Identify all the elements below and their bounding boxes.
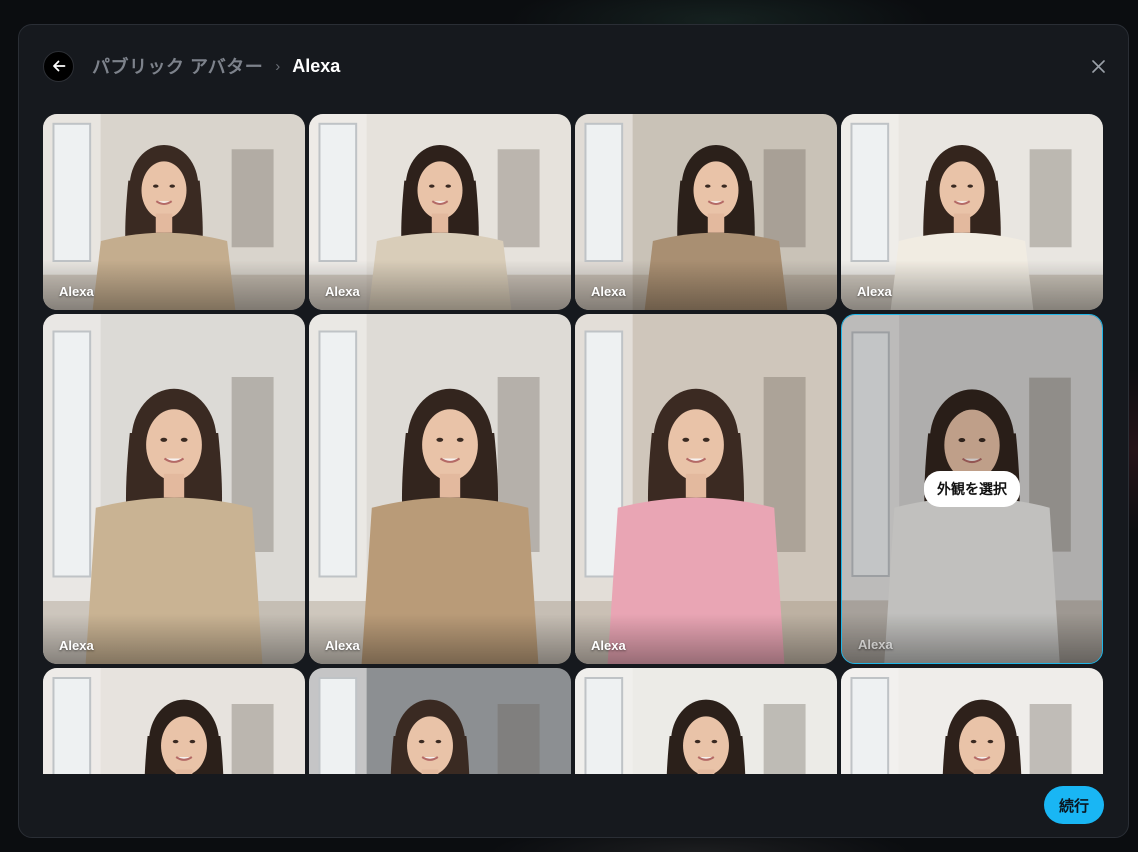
continue-button[interactable]: 続行 xyxy=(1044,786,1104,824)
avatar-tile[interactable]: Alexa xyxy=(841,668,1103,774)
avatar-name: Alexa xyxy=(591,284,626,299)
avatar-photo xyxy=(575,668,837,774)
modal-header: パブリック アバター › Alexa xyxy=(43,50,1108,82)
avatar-tile[interactable]: Alexa xyxy=(309,668,571,774)
avatar-name: Alexa xyxy=(59,638,94,653)
avatar-name: Alexa xyxy=(858,637,893,652)
avatar-picker-modal: パブリック アバター › Alexa Alexa Alexa Alexa Ale… xyxy=(18,24,1129,838)
avatar-name: Alexa xyxy=(325,284,360,299)
breadcrumb-parent[interactable]: パブリック アバター xyxy=(92,53,263,79)
avatar-name: Alexa xyxy=(325,638,360,653)
close-button[interactable] xyxy=(1088,56,1108,76)
avatar-photo xyxy=(43,668,305,774)
avatar-tile[interactable]: Alexa xyxy=(575,114,837,310)
close-icon xyxy=(1091,59,1105,73)
avatar-tile[interactable]: Alexa xyxy=(309,114,571,310)
avatar-tile[interactable]: Alexa xyxy=(43,114,305,310)
select-appearance-button[interactable]: 外観を選択 xyxy=(924,471,1020,507)
avatar-name: Alexa xyxy=(857,284,892,299)
arrow-left-icon xyxy=(52,60,65,72)
avatar-photo xyxy=(841,668,1103,774)
avatar-grid: Alexa Alexa Alexa Alexa Alexa Alexa Alex… xyxy=(43,114,1105,774)
avatar-name: Alexa xyxy=(59,284,94,299)
avatar-tile[interactable]: Alexa xyxy=(841,114,1103,310)
avatar-photo xyxy=(575,314,837,664)
back-button[interactable] xyxy=(43,50,74,82)
avatar-tile[interactable]: 外観を選択 Alexa xyxy=(841,314,1103,664)
avatar-tile[interactable]: Alexa xyxy=(43,668,305,774)
breadcrumb-separator: › xyxy=(275,57,281,75)
avatar-tile[interactable]: Alexa xyxy=(43,314,305,664)
avatar-photo xyxy=(43,314,305,664)
breadcrumb-current: Alexa xyxy=(292,55,341,76)
avatar-tile[interactable]: Alexa xyxy=(575,668,837,774)
avatar-photo xyxy=(309,668,571,774)
avatar-tile[interactable]: Alexa xyxy=(309,314,571,664)
avatar-tile[interactable]: Alexa xyxy=(575,314,837,664)
avatar-name: Alexa xyxy=(591,638,626,653)
avatar-photo xyxy=(309,314,571,664)
